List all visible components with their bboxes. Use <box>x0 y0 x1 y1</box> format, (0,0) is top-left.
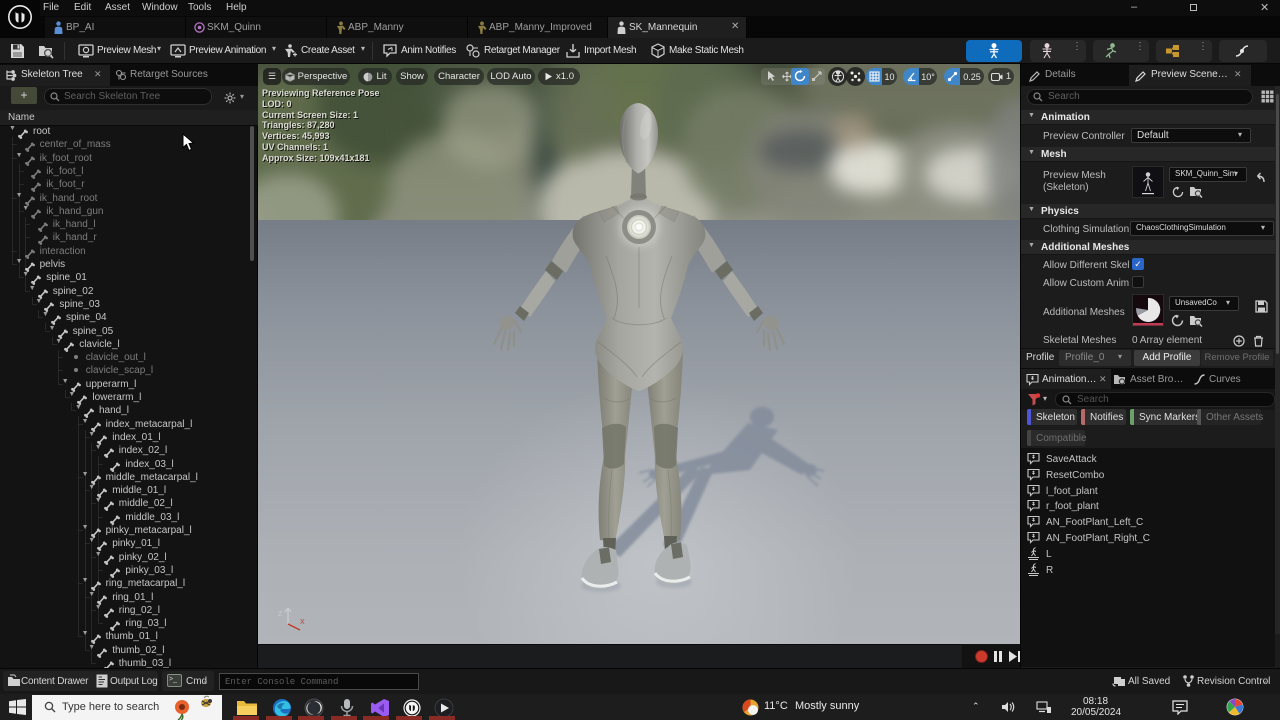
svg-text:Z: Z <box>278 611 283 618</box>
svg-text:X: X <box>300 619 305 626</box>
